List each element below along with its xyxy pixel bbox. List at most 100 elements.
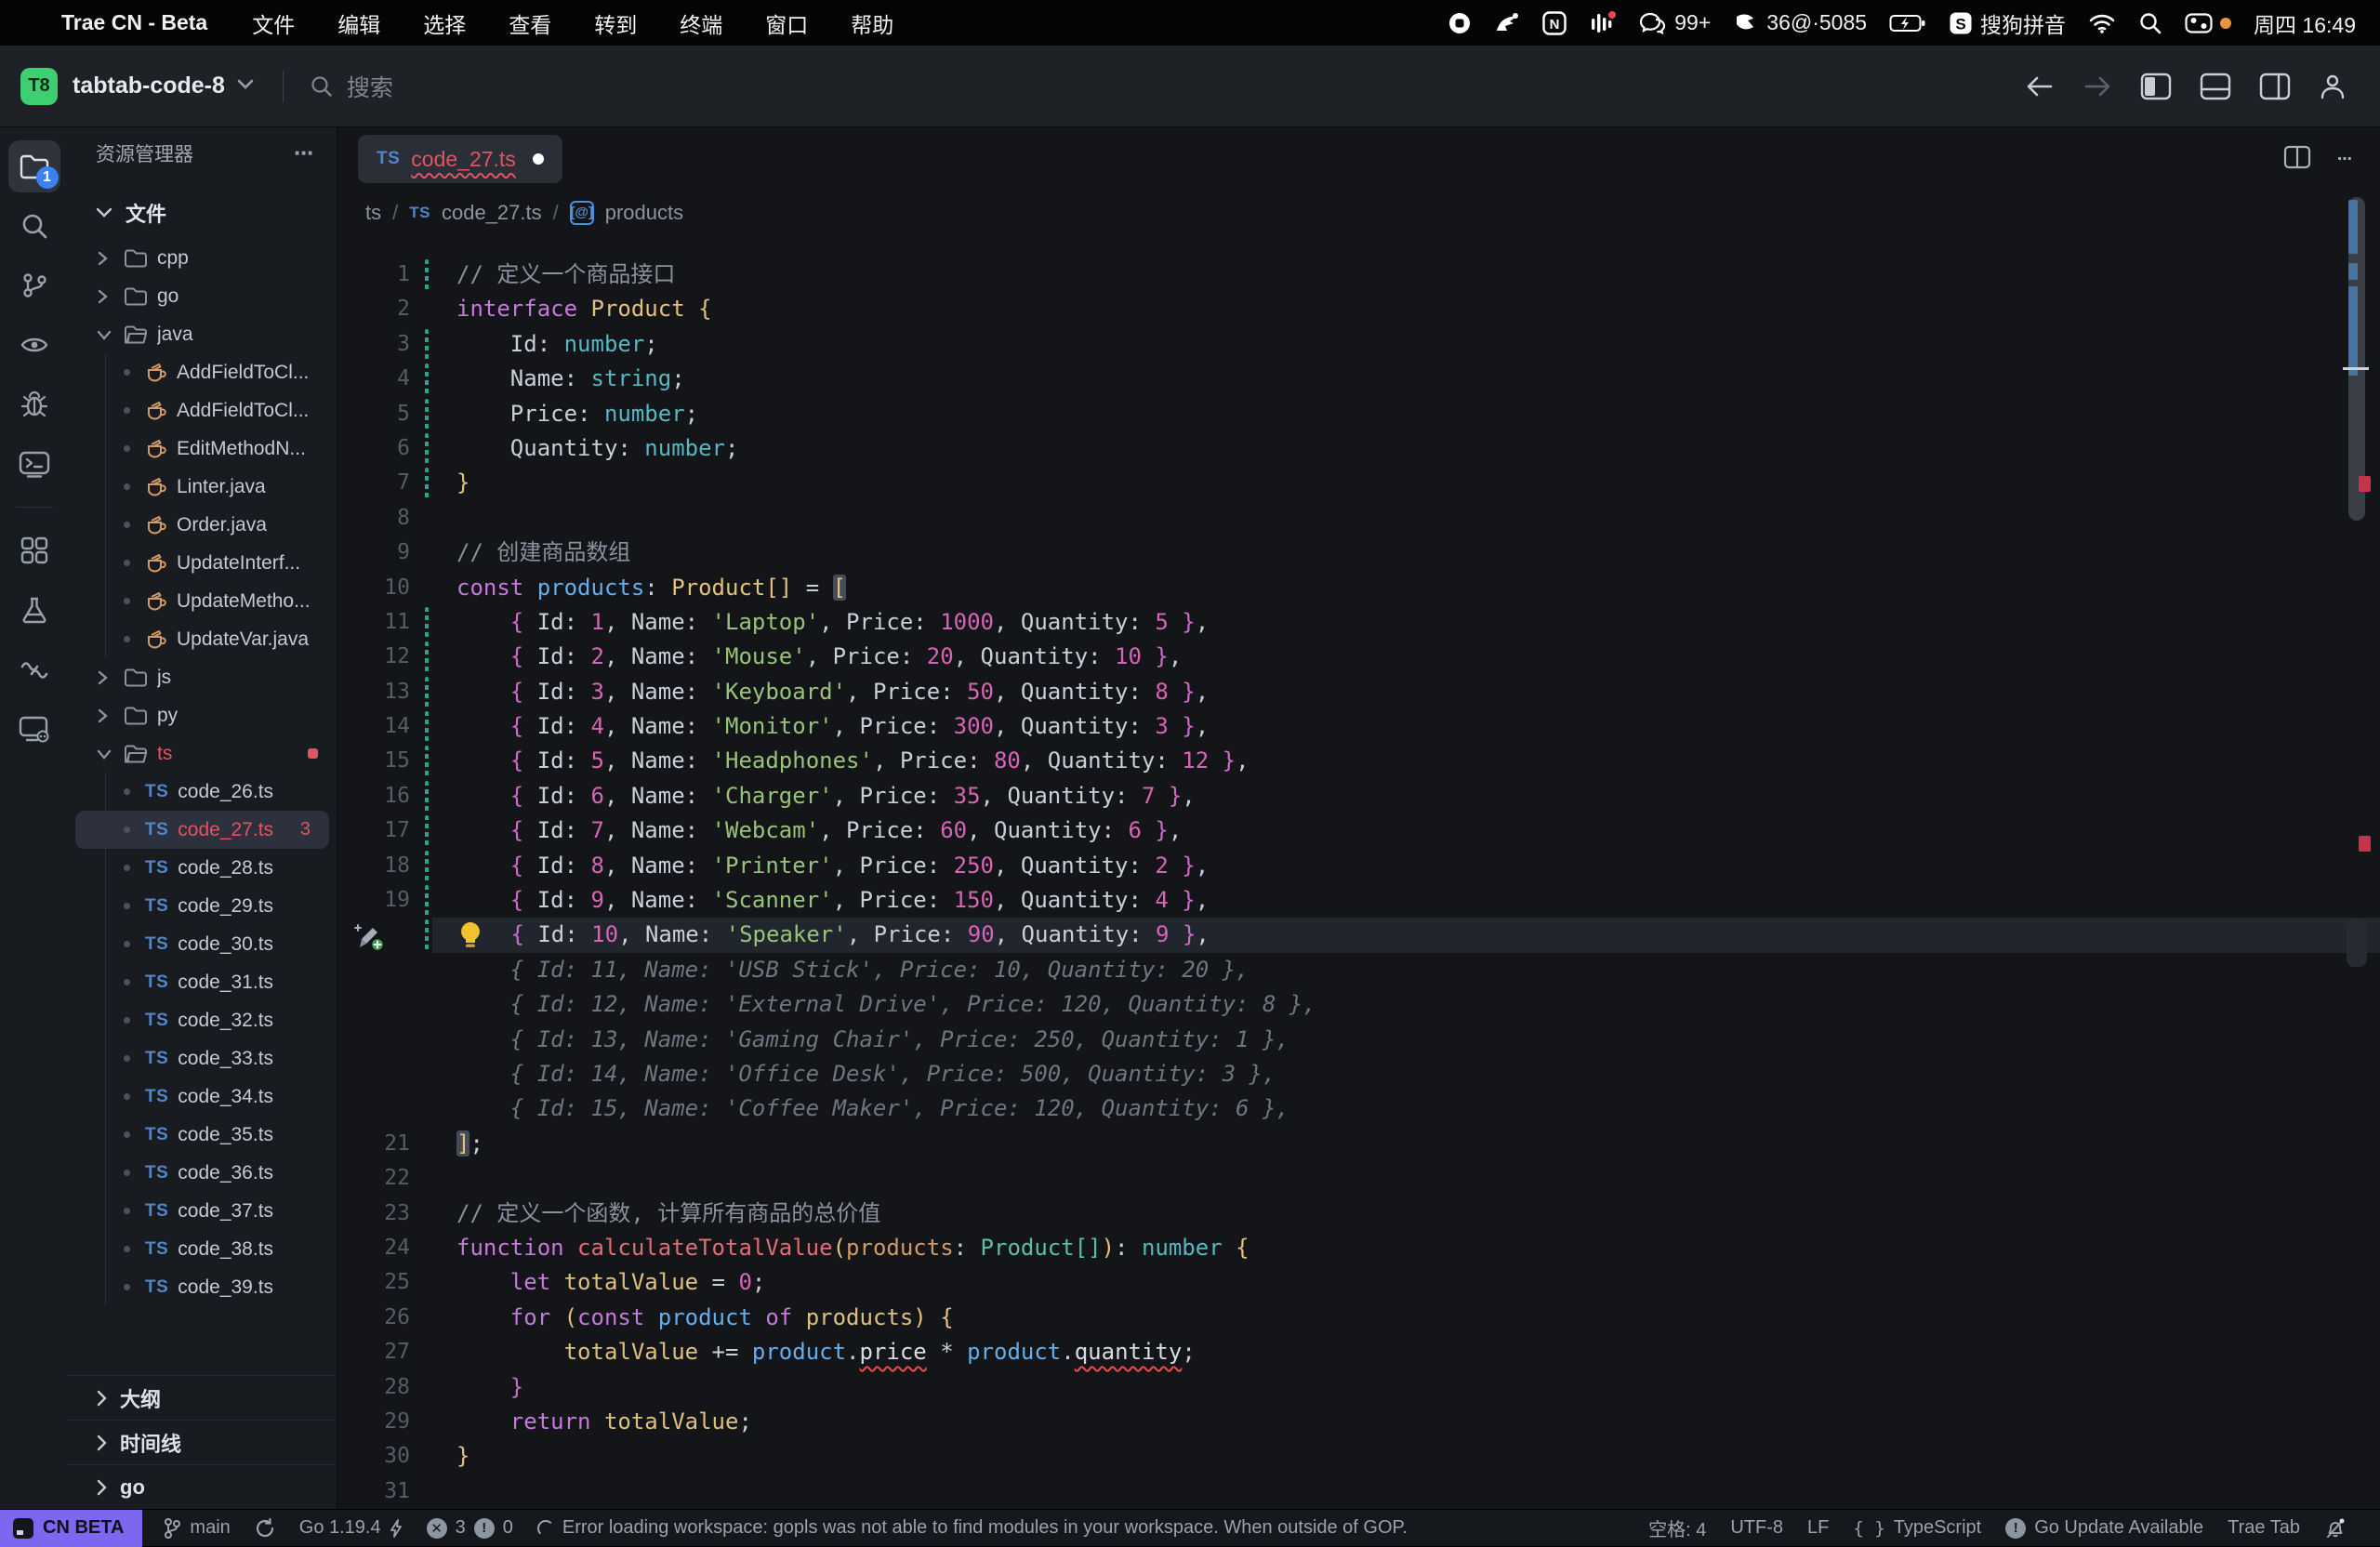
tree-item-UpdateMetho[interactable]: UpdateMetho... xyxy=(68,582,337,620)
tree-item-code_38ts[interactable]: TScode_38.ts xyxy=(68,1230,337,1268)
remote-screen-icon[interactable] xyxy=(8,703,60,755)
modified-dot-icon[interactable] xyxy=(533,153,544,165)
menu-item[interactable]: 终端 xyxy=(680,13,722,37)
tree-item-py[interactable]: py xyxy=(68,696,337,734)
more-actions-icon[interactable]: ⋯ xyxy=(294,142,316,165)
language-mode[interactable]: { }TypeScript xyxy=(1853,1517,1981,1539)
sogou-icon[interactable]: S搜狗拼音 xyxy=(1949,7,2066,39)
search-icon[interactable] xyxy=(8,200,60,252)
menu-item[interactable]: 选择 xyxy=(423,13,466,37)
tree-item-AddFieldToCl[interactable]: AddFieldToCl... xyxy=(68,391,337,430)
tree-item-code_26ts[interactable]: TScode_26.ts xyxy=(68,773,337,811)
tree-item-AddFieldToCl[interactable]: AddFieldToCl... xyxy=(68,353,337,391)
explorer-icon[interactable]: 1 xyxy=(8,140,60,192)
bird-icon[interactable] xyxy=(1494,11,1520,35)
source-control-icon[interactable] xyxy=(8,259,60,311)
forward-arrow-icon[interactable] xyxy=(2082,74,2112,99)
files-section-header[interactable]: 文件 xyxy=(68,179,337,239)
code-line-ghost[interactable]: { Id: 11, Name: 'USB Stick', Price: 10, … xyxy=(337,953,2380,987)
code-line-ghost[interactable]: { Id: 14, Name: 'Office Desk', Price: 50… xyxy=(337,1057,2380,1091)
code-line-18[interactable]: 18 { Id: 8, Name: 'Printer', Price: 250,… xyxy=(337,849,2380,883)
problems-indicator[interactable]: ✕ 3 ! 0 xyxy=(427,1517,513,1539)
menu-item[interactable]: 文件 xyxy=(252,13,295,37)
tree-item-code_37ts[interactable]: TScode_37.ts xyxy=(68,1192,337,1230)
chevron-down-icon[interactable] xyxy=(236,77,255,95)
breadcrumb-symbol[interactable]: products xyxy=(605,201,683,225)
waves-icon[interactable] xyxy=(8,643,60,695)
sidebar-section-go[interactable]: go xyxy=(68,1464,337,1509)
code-line-28[interactable]: 28 } xyxy=(337,1370,2380,1405)
code-line-ghost[interactable]: { Id: 15, Name: 'Coffee Maker', Price: 1… xyxy=(337,1091,2380,1126)
tree-item-js[interactable]: js xyxy=(68,658,337,696)
tree-item-code_34ts[interactable]: TScode_34.ts xyxy=(68,1078,337,1116)
code-line-27[interactable]: 27 totalValue += product.price * product… xyxy=(337,1335,2380,1369)
back-arrow-icon[interactable] xyxy=(2025,74,2055,99)
code-line-16[interactable]: 16 { Id: 6, Name: 'Charger', Price: 35, … xyxy=(337,779,2380,813)
debug-icon[interactable] xyxy=(8,378,60,430)
code-line-17[interactable]: 17 { Id: 7, Name: 'Webcam', Price: 60, Q… xyxy=(337,813,2380,848)
battery-icon[interactable] xyxy=(1889,13,1926,33)
sidebar-section-timeline[interactable]: 时间线 xyxy=(68,1420,337,1464)
go-update-notice[interactable]: !Go Update Available xyxy=(2005,1517,2203,1539)
breadcrumb-file[interactable]: code_27.ts xyxy=(442,201,542,225)
tree-item-code_31ts[interactable]: TScode_31.ts xyxy=(68,963,337,1001)
tree-item-cpp[interactable]: cpp xyxy=(68,239,337,277)
tree-item-code_33ts[interactable]: TScode_33.ts xyxy=(68,1039,337,1078)
code-line-15[interactable]: 15 { Id: 5, Name: 'Headphones', Price: 8… xyxy=(337,744,2380,778)
code-line-20[interactable]: { Id: 10, Name: 'Speaker', Price: 90, Qu… xyxy=(337,918,2380,952)
app-name[interactable]: Trae CN - Beta xyxy=(61,10,207,35)
code-line-6[interactable]: 6 Quantity: number; xyxy=(337,431,2380,466)
tree-item-go[interactable]: go xyxy=(68,277,337,315)
wechat-icon[interactable]: 99+ xyxy=(1639,10,1711,35)
code-line-3[interactable]: 3 Id: number; xyxy=(337,327,2380,362)
code-line-9[interactable]: 9// 创建商品数组 xyxy=(337,536,2380,570)
beaker-icon[interactable] xyxy=(8,584,60,636)
sidebar-section-outline[interactable]: 大纲 xyxy=(68,1375,337,1420)
code-line-ghost[interactable]: { Id: 12, Name: 'External Drive', Price:… xyxy=(337,987,2380,1022)
code-line-14[interactable]: 14 { Id: 4, Name: 'Monitor', Price: 300,… xyxy=(337,709,2380,744)
eye-icon[interactable] xyxy=(8,319,60,371)
tree-item-ts[interactable]: ts xyxy=(68,734,337,773)
tree-item-code_39ts[interactable]: TScode_39.ts xyxy=(68,1268,337,1306)
code-line-12[interactable]: 12 { Id: 2, Name: 'Mouse', Price: 20, Qu… xyxy=(337,640,2380,674)
code-line-23[interactable]: 23// 定义一个函数, 计算所有商品的总价值 xyxy=(337,1197,2380,1231)
tree-item-EditMethodN[interactable]: EditMethodN... xyxy=(68,430,337,468)
menu-item[interactable]: 帮助 xyxy=(851,13,893,37)
wifi-icon[interactable] xyxy=(2088,12,2116,34)
go-version[interactable]: Go 1.19.4 xyxy=(299,1517,403,1539)
workspace-badge[interactable]: T8 xyxy=(20,68,58,105)
account-icon[interactable] xyxy=(2319,73,2347,100)
menu-item[interactable]: 窗口 xyxy=(765,13,808,37)
menu-item[interactable]: 转到 xyxy=(594,13,637,37)
code-editor[interactable]: 1// 定义一个商品接口2interface Product {3 Id: nu… xyxy=(337,234,2380,1509)
code-line-29[interactable]: 29 return totalValue; xyxy=(337,1405,2380,1439)
tree-item-code_30ts[interactable]: TScode_30.ts xyxy=(68,925,337,963)
sync-button[interactable] xyxy=(255,1518,275,1539)
tree-item-Linterjava[interactable]: Linter.java xyxy=(68,468,337,506)
code-line-2[interactable]: 2interface Product { xyxy=(337,292,2380,326)
code-line-ghost[interactable]: { Id: 13, Name: 'Gaming Chair', Price: 2… xyxy=(337,1023,2380,1057)
workspace-message[interactable]: Error loading workspace: gopls was not a… xyxy=(537,1517,1408,1539)
tree-item-Orderjava[interactable]: Order.java xyxy=(68,506,337,544)
record-icon[interactable] xyxy=(1448,11,1472,35)
tree-item-code_27ts[interactable]: TScode_27.ts3 xyxy=(75,811,329,849)
global-search[interactable]: 搜索 xyxy=(310,70,393,103)
tree-item-code_35ts[interactable]: TScode_35.ts xyxy=(68,1116,337,1154)
encoding-setting[interactable]: UTF-8 xyxy=(1730,1517,1783,1539)
scrollbar-segment[interactable] xyxy=(2347,919,2367,967)
eol-setting[interactable]: LF xyxy=(1807,1517,1829,1539)
code-line-5[interactable]: 5 Price: number; xyxy=(337,397,2380,431)
code-line-21[interactable]: 21]; xyxy=(337,1127,2380,1161)
tree-item-code_36ts[interactable]: TScode_36.ts xyxy=(68,1154,337,1192)
code-line-31[interactable]: 31 xyxy=(337,1474,2380,1509)
tree-item-code_29ts[interactable]: TScode_29.ts xyxy=(68,887,337,925)
code-line-13[interactable]: 13 { Id: 3, Name: 'Keyboard', Price: 50,… xyxy=(337,675,2380,709)
code-line-24[interactable]: 24function calculateTotalValue(products:… xyxy=(337,1231,2380,1265)
control-center-icon[interactable] xyxy=(2185,13,2231,33)
layout-sidebar-right-icon[interactable] xyxy=(2259,73,2291,100)
tree-item-java[interactable]: java xyxy=(68,315,337,353)
notion-icon[interactable]: N xyxy=(1542,11,1567,35)
layout-panel-icon[interactable] xyxy=(2200,73,2231,100)
tree-item-UpdateVarjava[interactable]: UpdateVar.java xyxy=(68,620,337,658)
trae-tab-setting[interactable]: Trae Tab xyxy=(2228,1517,2300,1539)
